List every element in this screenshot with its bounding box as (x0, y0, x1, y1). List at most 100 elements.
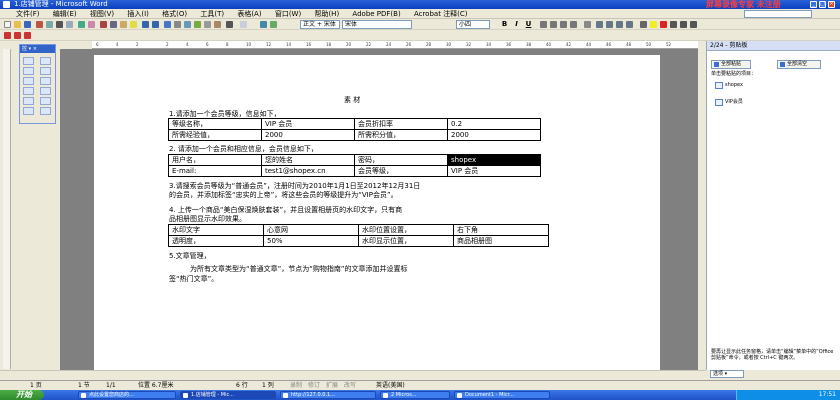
minimize-icon[interactable]: _ (810, 1, 817, 8)
decrease-indent-icon[interactable] (616, 21, 623, 28)
button-control-icon[interactable] (23, 77, 34, 85)
new-doc-icon[interactable] (4, 21, 11, 28)
table-cell[interactable]: 密码， (354, 154, 448, 166)
menu-adobe-pdf[interactable]: Adobe PDF(B) (352, 9, 400, 19)
clipboard-item[interactable]: shopex (715, 82, 743, 89)
toggle-control-icon[interactable] (23, 97, 34, 105)
redo-icon[interactable] (152, 21, 159, 28)
table-cell[interactable]: 透明度， (168, 235, 264, 247)
close-icon[interactable]: × (828, 1, 835, 8)
taskbar-task[interactable]: Document1 - Micr... (454, 391, 550, 399)
horizontal-scrollbar[interactable] (0, 370, 706, 380)
table-cell[interactable]: 2000 (447, 129, 541, 141)
zoom-icon[interactable] (240, 21, 247, 28)
help-search-input[interactable] (744, 10, 812, 18)
table-cell[interactable]: 2000 (261, 129, 355, 141)
create-pdf-icon[interactable] (4, 32, 11, 39)
start-button[interactable]: 开始 (0, 390, 44, 400)
textbox-control-icon[interactable] (40, 67, 51, 75)
clock[interactable]: 17:51 (819, 390, 836, 400)
clear-all-button[interactable]: 全部清空 (777, 60, 821, 69)
pdf-email-icon[interactable] (14, 32, 21, 39)
border-icon[interactable] (640, 21, 647, 28)
format-painter-icon[interactable] (130, 21, 137, 28)
taskbar-task[interactable]: http://127.0.0.1... (280, 391, 376, 399)
table-cell[interactable]: 会员等级， (354, 165, 448, 177)
menu-acrobat-comments[interactable]: Acrobat 注释(C) (414, 9, 468, 19)
spin-control-icon[interactable] (40, 97, 51, 105)
style-select[interactable]: 正文 + 宋体 (300, 20, 340, 29)
font-color-icon[interactable] (660, 21, 667, 28)
bullets-icon[interactable] (606, 21, 613, 28)
tables-borders-icon[interactable] (174, 21, 181, 28)
phonetic-guide-icon[interactable] (690, 21, 697, 28)
properties-icon[interactable] (40, 57, 51, 65)
task-pane-header[interactable]: 2/24 - 剪贴板 (707, 41, 840, 51)
save-icon[interactable] (24, 21, 31, 28)
increase-indent-icon[interactable] (626, 21, 633, 28)
design-mode-icon[interactable] (23, 57, 34, 65)
char-border-icon[interactable] (680, 21, 687, 28)
print-preview-icon[interactable] (66, 21, 73, 28)
control-toolbox[interactable]: 控 ▾ × (19, 44, 56, 124)
vertical-ruler[interactable] (3, 49, 11, 369)
align-center-icon[interactable] (550, 21, 557, 28)
undo-icon[interactable] (142, 21, 149, 28)
copy-icon[interactable] (110, 21, 117, 28)
clipboard-item[interactable]: VIP会员 (715, 99, 743, 106)
table-cell[interactable]: 心意网 (263, 224, 359, 236)
table-cell[interactable]: VIP 会员 (447, 165, 541, 177)
options-button[interactable]: 选项 ▾ (710, 370, 744, 378)
table-cell[interactable]: 0.2 (447, 118, 541, 130)
taskbar-task-active[interactable]: 1.店铺管理 - Mic... (180, 391, 276, 399)
table-cell[interactable]: E-mail: (168, 165, 262, 177)
justify-icon[interactable] (570, 21, 577, 28)
table-cell[interactable]: 50% (263, 235, 359, 247)
table-cell[interactable]: 水印显示位置， (358, 235, 454, 247)
help-icon[interactable] (260, 21, 267, 28)
menu-file[interactable]: 文件(F) (16, 9, 40, 19)
insert-table-icon[interactable] (184, 21, 191, 28)
read-icon[interactable] (270, 21, 277, 28)
checkbox-control-icon[interactable] (23, 67, 34, 75)
char-shading-icon[interactable] (670, 21, 677, 28)
table-cell[interactable]: 水印文字 (168, 224, 264, 236)
numbering-icon[interactable] (596, 21, 603, 28)
cut-icon[interactable] (100, 21, 107, 28)
table-cell[interactable]: 所需积分值， (354, 129, 448, 141)
word-app-icon[interactable] (3, 1, 10, 8)
research-icon[interactable] (88, 21, 95, 28)
spelling-icon[interactable] (78, 21, 85, 28)
watermark-table[interactable]: 水印文字 心意网 水印位置设置， 右下角 透明度， 50% 水印显示位置， 商品… (168, 224, 549, 247)
taskbar-task[interactable]: 点此设置您商店的... (78, 391, 176, 399)
document-area[interactable]: 素 材 1.请添加一个会员等级，信息如下， 等级名称， VIP 会员 会员折扣率… (60, 49, 698, 370)
line-spacing-icon[interactable] (584, 21, 591, 28)
drawing-icon[interactable] (214, 21, 221, 28)
email-icon[interactable] (46, 21, 53, 28)
font-select[interactable]: 宋体 (342, 20, 412, 29)
menu-view[interactable]: 视图(V) (90, 9, 114, 19)
font-size-select[interactable]: 小四 (456, 20, 490, 29)
menu-format[interactable]: 格式(O) (162, 9, 187, 19)
table-cell[interactable]: 用户名， (168, 154, 262, 166)
align-right-icon[interactable] (560, 21, 567, 28)
horizontal-ruler[interactable]: 6 4 2 2 4 6 8 10 12 14 16 18 20 22 24 26… (92, 41, 698, 49)
print-icon[interactable] (56, 21, 63, 28)
columns-icon[interactable] (204, 21, 211, 28)
highlight-icon[interactable] (650, 21, 657, 28)
table-cell[interactable]: test1@shopex.cn (261, 165, 355, 177)
table-cell[interactable]: 所需经验值， (168, 129, 262, 141)
menu-insert[interactable]: 插入(I) (127, 9, 149, 19)
underline-button[interactable]: U (524, 20, 533, 29)
menu-window[interactable]: 窗口(W) (275, 9, 301, 19)
taskbar-task[interactable]: 2 Micros... (380, 391, 450, 399)
paste-all-button[interactable]: 全部粘贴 (711, 60, 751, 69)
member-level-table[interactable]: 等级名称， VIP 会员 会员折扣率 0.2 所需经验值， 2000 所需积分值… (168, 118, 541, 141)
table-cell[interactable]: 右下角 (453, 224, 549, 236)
open-folder-icon[interactable] (14, 21, 21, 28)
radio-control-icon[interactable] (40, 77, 51, 85)
scrollbar-control-icon[interactable] (23, 107, 34, 115)
bold-button[interactable]: B (500, 20, 509, 29)
document-page[interactable]: 素 材 1.请添加一个会员等级，信息如下， 等级名称， VIP 会员 会员折扣率… (94, 55, 660, 370)
combobox-control-icon[interactable] (40, 87, 51, 95)
